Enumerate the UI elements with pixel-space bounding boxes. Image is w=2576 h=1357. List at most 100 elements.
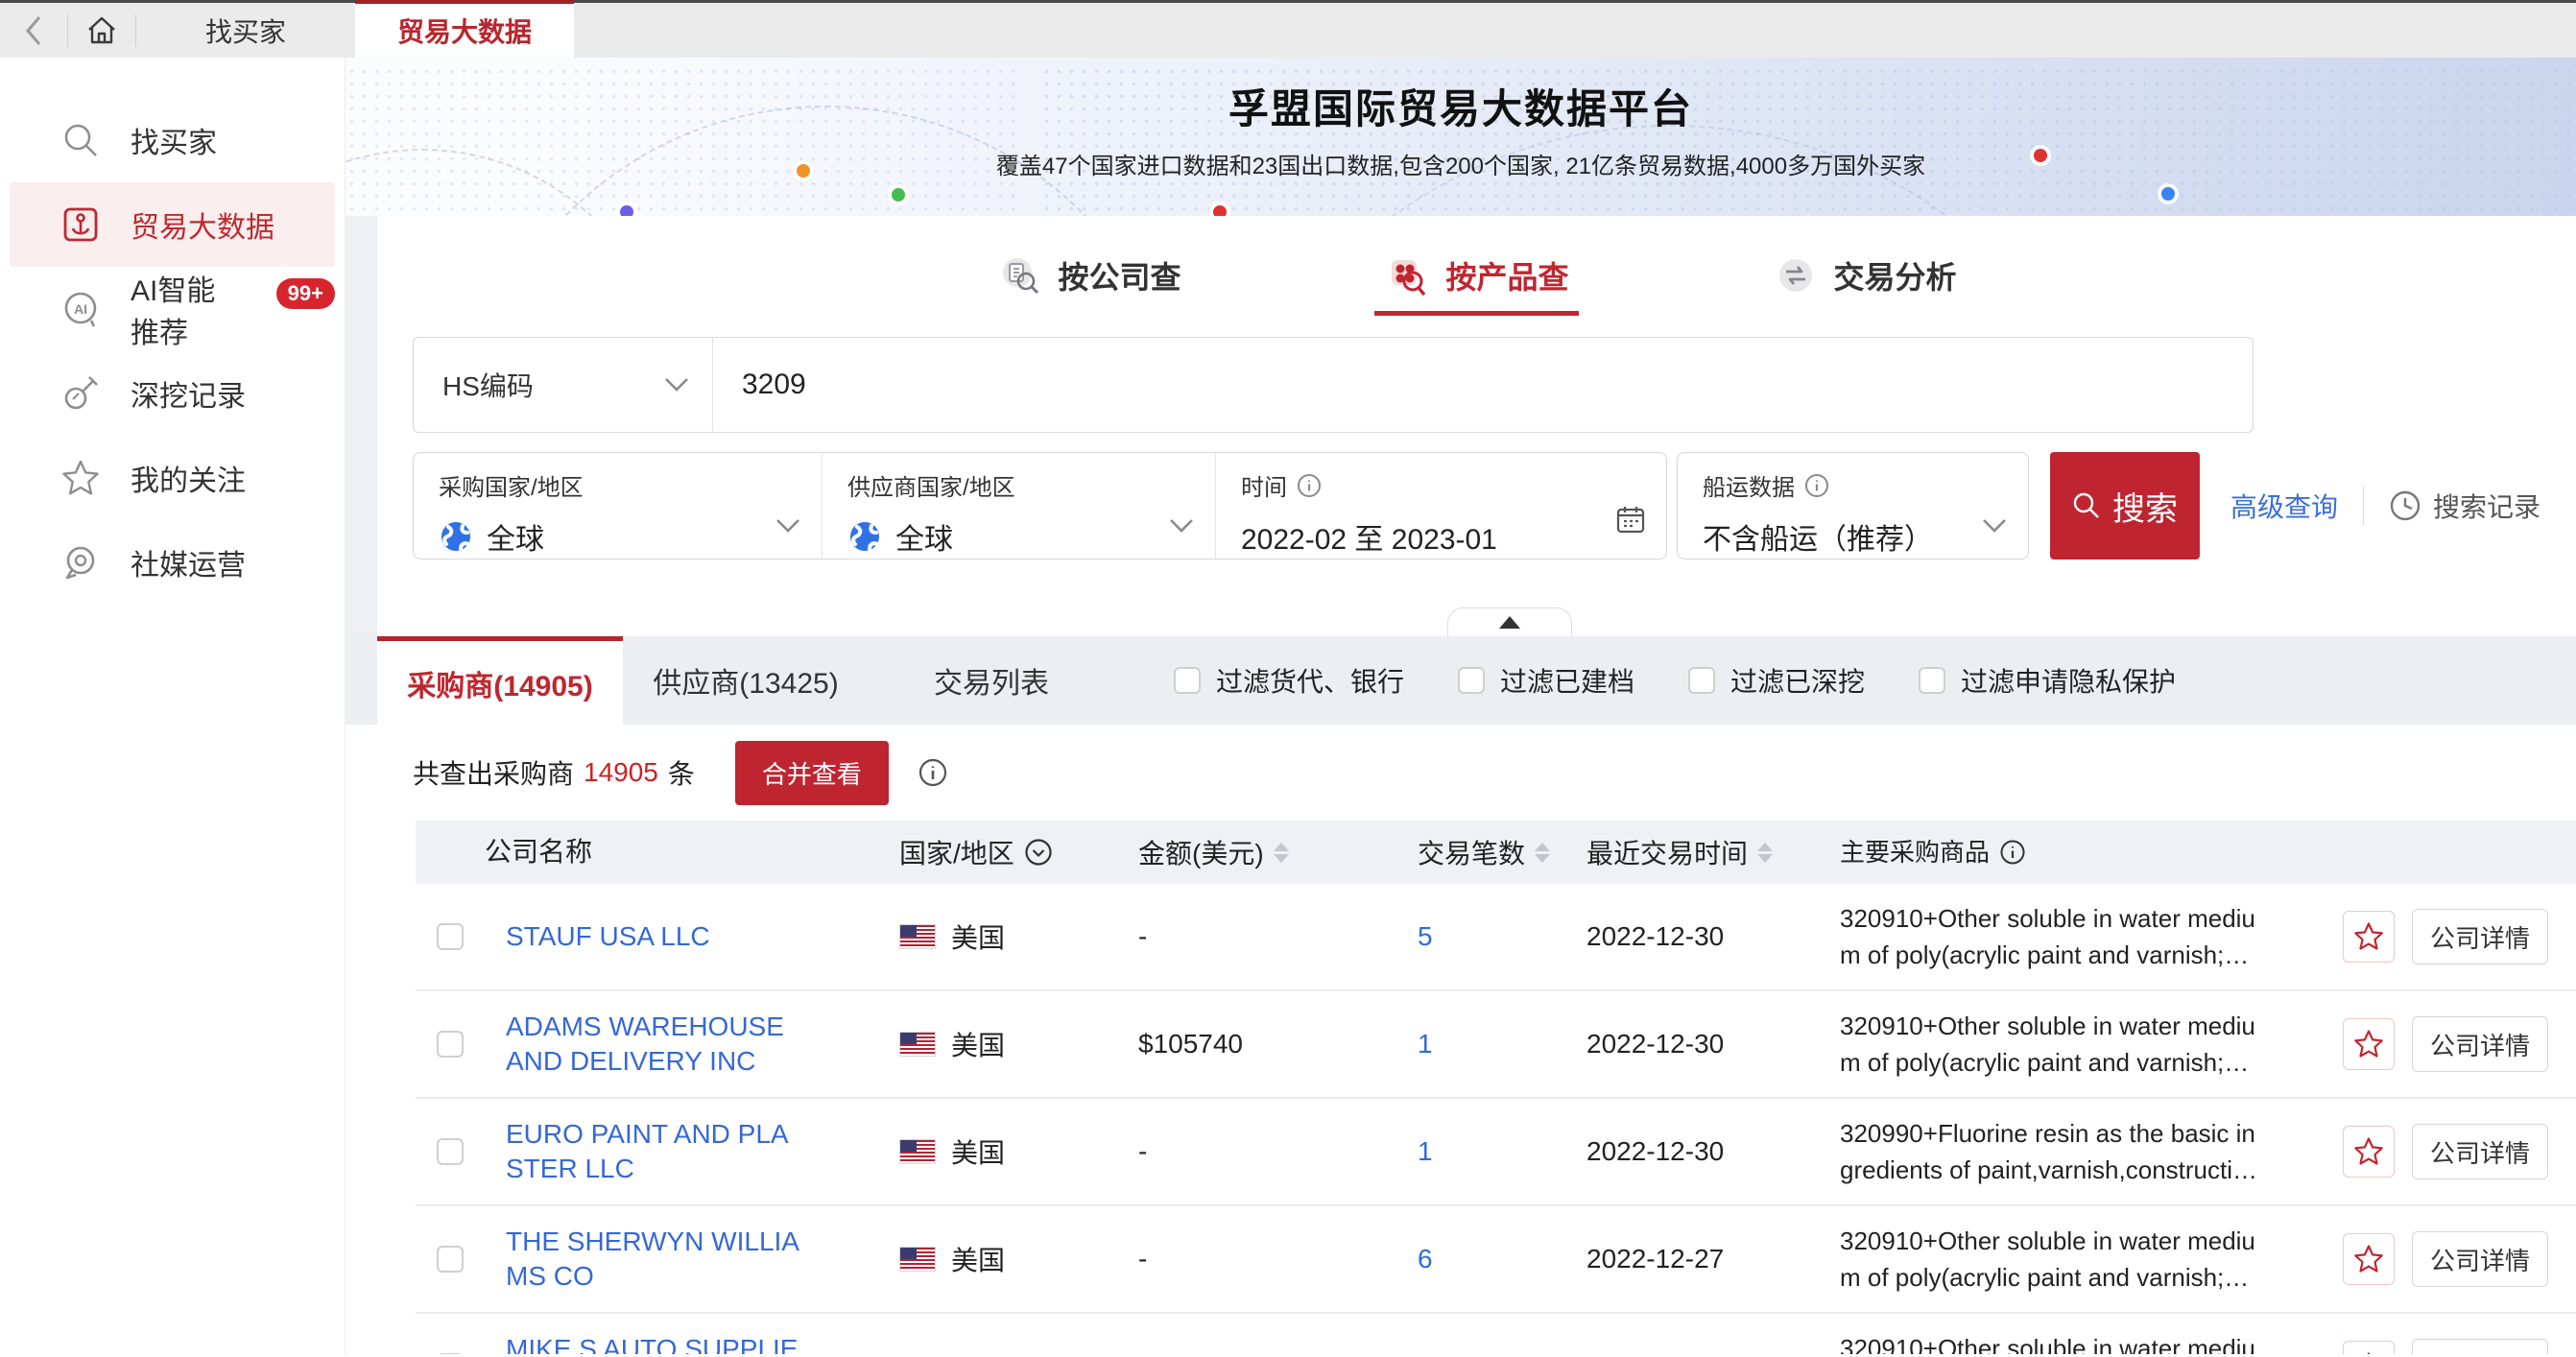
sidebar-item-trade-data[interactable]: 贸易大数据 [10, 182, 335, 267]
checkbox-label: 过滤货代、银行 [1216, 661, 1404, 700]
search-button[interactable]: 搜索 [2050, 452, 2200, 559]
checkbox-icon[interactable] [1174, 667, 1201, 694]
company-link[interactable]: ADAMS WAREHOUSE AND DELIVERY INC [506, 1012, 784, 1076]
filter-1[interactable]: 供应商国家/地区全球 [822, 453, 1215, 559]
amount-value: $105740 [1128, 1029, 1406, 1059]
company-detail-button[interactable]: 公司详情 [2412, 1124, 2548, 1179]
row-checkbox[interactable] [437, 923, 464, 950]
sidebar-item-social[interactable]: 社媒运营 [10, 520, 335, 605]
sidebar: 找买家贸易大数据 AI AI智能推荐 99+ 深挖记录我的关注社媒运营 [0, 58, 346, 1354]
top-tab-trade-big-data[interactable]: 贸易大数据 [355, 0, 574, 58]
company-detail-button[interactable]: 公司详情 [2412, 1339, 2548, 1354]
last-trade-date: 2022-12-30 [1579, 1029, 1819, 1059]
back-button[interactable] [0, 3, 67, 58]
search-history-link[interactable]: 搜索记录 [2389, 487, 2540, 525]
calendar-icon[interactable] [1614, 503, 1647, 536]
favorite-star-button[interactable] [2343, 1341, 2395, 1354]
dot-decoration [620, 205, 633, 216]
top-tab-bar: 找买家 贸易大数据 [0, 0, 2576, 58]
notification-badge: 99+ [276, 278, 335, 309]
main-products: 320910+Other soluble in water medium of … [1819, 1223, 2260, 1296]
product-search-icon [1384, 252, 1430, 298]
search-tab-trade-analysis[interactable]: 交易分析 [1767, 245, 1963, 306]
company-link[interactable]: EURO PAINT AND PLASTER LLC [506, 1119, 789, 1183]
sort-icon[interactable] [1274, 843, 1289, 863]
filter-label: 时间 [1241, 468, 1287, 502]
search-tab-company-search[interactable]: 按公司查 [990, 245, 1186, 306]
table-row: MIKE S AUTO SUPPLIES美国-12022-12-26320910… [416, 1314, 2576, 1354]
results-section: 采购商(14905)供应商(13425)交易列表 过滤货代、银行 过滤已建档 过滤已深… [346, 636, 2576, 1354]
search-tab-product-search[interactable]: 按产品查 [1378, 245, 1574, 306]
sidebar-item-search[interactable]: 找买家 [10, 98, 335, 182]
info-icon[interactable] [1999, 839, 2026, 866]
checkbox-icon[interactable] [1458, 667, 1485, 694]
company-detail-button[interactable]: 公司详情 [2412, 1231, 2548, 1287]
favorite-star-button[interactable] [2343, 1018, 2395, 1070]
info-icon[interactable] [1297, 473, 1322, 498]
filter-label: 供应商国家/地区 [847, 468, 1015, 502]
table-row: THE SHERWYN WILLIAMS CO美国-62022-12-27320… [416, 1206, 2576, 1314]
favorite-star-button[interactable] [2343, 911, 2395, 963]
favorite-star-button[interactable] [2343, 1233, 2395, 1285]
clock-icon [2389, 489, 2421, 522]
home-button[interactable] [68, 3, 135, 58]
country-filter-icon[interactable] [1024, 838, 1053, 867]
main-products: 320910+Other soluble in water medium of … [1819, 900, 2260, 973]
row-checkbox[interactable] [437, 1353, 464, 1354]
filter-checkbox-2[interactable]: 过滤已深挖 [1688, 661, 1865, 700]
collapse-search-panel-button[interactable] [1447, 607, 1572, 636]
checkbox-icon[interactable] [1688, 667, 1715, 694]
result-tab-2[interactable]: 交易列表 [869, 636, 1114, 725]
company-detail-button[interactable]: 公司详情 [2412, 1016, 2548, 1072]
result-tab-0[interactable]: 采购商(14905) [377, 636, 623, 725]
search-history-label: 搜索记录 [2433, 487, 2540, 525]
country-label: 美国 [951, 1347, 1005, 1354]
shipping-data-select[interactable]: 船运数据不含船运（推荐） [1677, 452, 2029, 559]
sidebar-item-ai[interactable]: AI AI智能推荐 99+ [10, 267, 335, 351]
info-icon[interactable] [918, 757, 948, 788]
sort-icon[interactable] [1757, 843, 1773, 863]
triangle-up-icon [1499, 616, 1520, 629]
top-tab-find-buyers[interactable]: 找买家 [136, 3, 355, 58]
search-mode-tabs: 按公司查 按产品查 交易分析 [413, 216, 2540, 306]
result-tab-1[interactable]: 供应商(13425) [623, 636, 869, 725]
filter-2[interactable]: 时间2022-02 至 2023-01 [1215, 453, 1666, 559]
row-checkbox[interactable] [437, 1246, 464, 1273]
search-icon [60, 119, 102, 161]
deal-count-link[interactable]: 1 [1418, 1136, 1433, 1166]
deal-count-link[interactable]: 1 [1418, 1351, 1433, 1354]
deal-count-link[interactable]: 5 [1418, 921, 1433, 951]
row-checkbox[interactable] [437, 1031, 464, 1058]
checkbox-label: 过滤已深挖 [1730, 661, 1865, 700]
favorite-star-button[interactable] [2343, 1126, 2395, 1178]
deal-count-link[interactable]: 1 [1418, 1029, 1433, 1059]
advanced-query-link[interactable]: 高级查询 [2230, 487, 2338, 525]
checkbox-icon[interactable] [1919, 667, 1945, 694]
ai-icon: AI [60, 288, 102, 330]
sidebar-item-dig[interactable]: 深挖记录 [10, 351, 335, 436]
search-query-input[interactable] [713, 338, 2253, 432]
table-header-row: 公司名称国家/地区金额(美元)交易笔数最近交易时间主要采购商品 [416, 821, 2576, 884]
row-checkbox[interactable] [437, 1138, 464, 1165]
deal-count-link[interactable]: 6 [1418, 1244, 1433, 1274]
sort-icon[interactable] [1535, 843, 1550, 863]
filter-checkbox-1[interactable]: 过滤已建档 [1458, 661, 1634, 700]
filter-0[interactable]: 采购国家/地区全球 [414, 453, 822, 559]
sidebar-item-label: AI智能推荐 [131, 267, 240, 351]
search-tab-label: 交易分析 [1834, 253, 1957, 298]
search-field-type-select[interactable]: HS编码 [414, 338, 713, 432]
filter-checkbox-0[interactable]: 过滤货代、银行 [1174, 661, 1404, 700]
star-icon [2352, 1350, 2385, 1354]
social-icon [60, 541, 102, 583]
info-icon[interactable] [1804, 473, 1829, 498]
company-detail-button[interactable]: 公司详情 [2412, 909, 2548, 964]
last-trade-date: 2022-12-30 [1579, 921, 1819, 952]
company-link[interactable]: STAUF USA LLC [506, 921, 710, 951]
company-link[interactable]: THE SHERWYN WILLIAMS CO [506, 1226, 799, 1291]
merge-view-button[interactable]: 合并查看 [735, 741, 889, 805]
company-link[interactable]: MIKE S AUTO SUPPLIES [506, 1334, 798, 1354]
trade-analysis-icon [1773, 252, 1819, 298]
sidebar-item-star[interactable]: 我的关注 [10, 436, 335, 520]
chevron-down-icon [775, 518, 800, 534]
filter-checkbox-3[interactable]: 过滤申请隐私保护 [1919, 661, 2176, 700]
